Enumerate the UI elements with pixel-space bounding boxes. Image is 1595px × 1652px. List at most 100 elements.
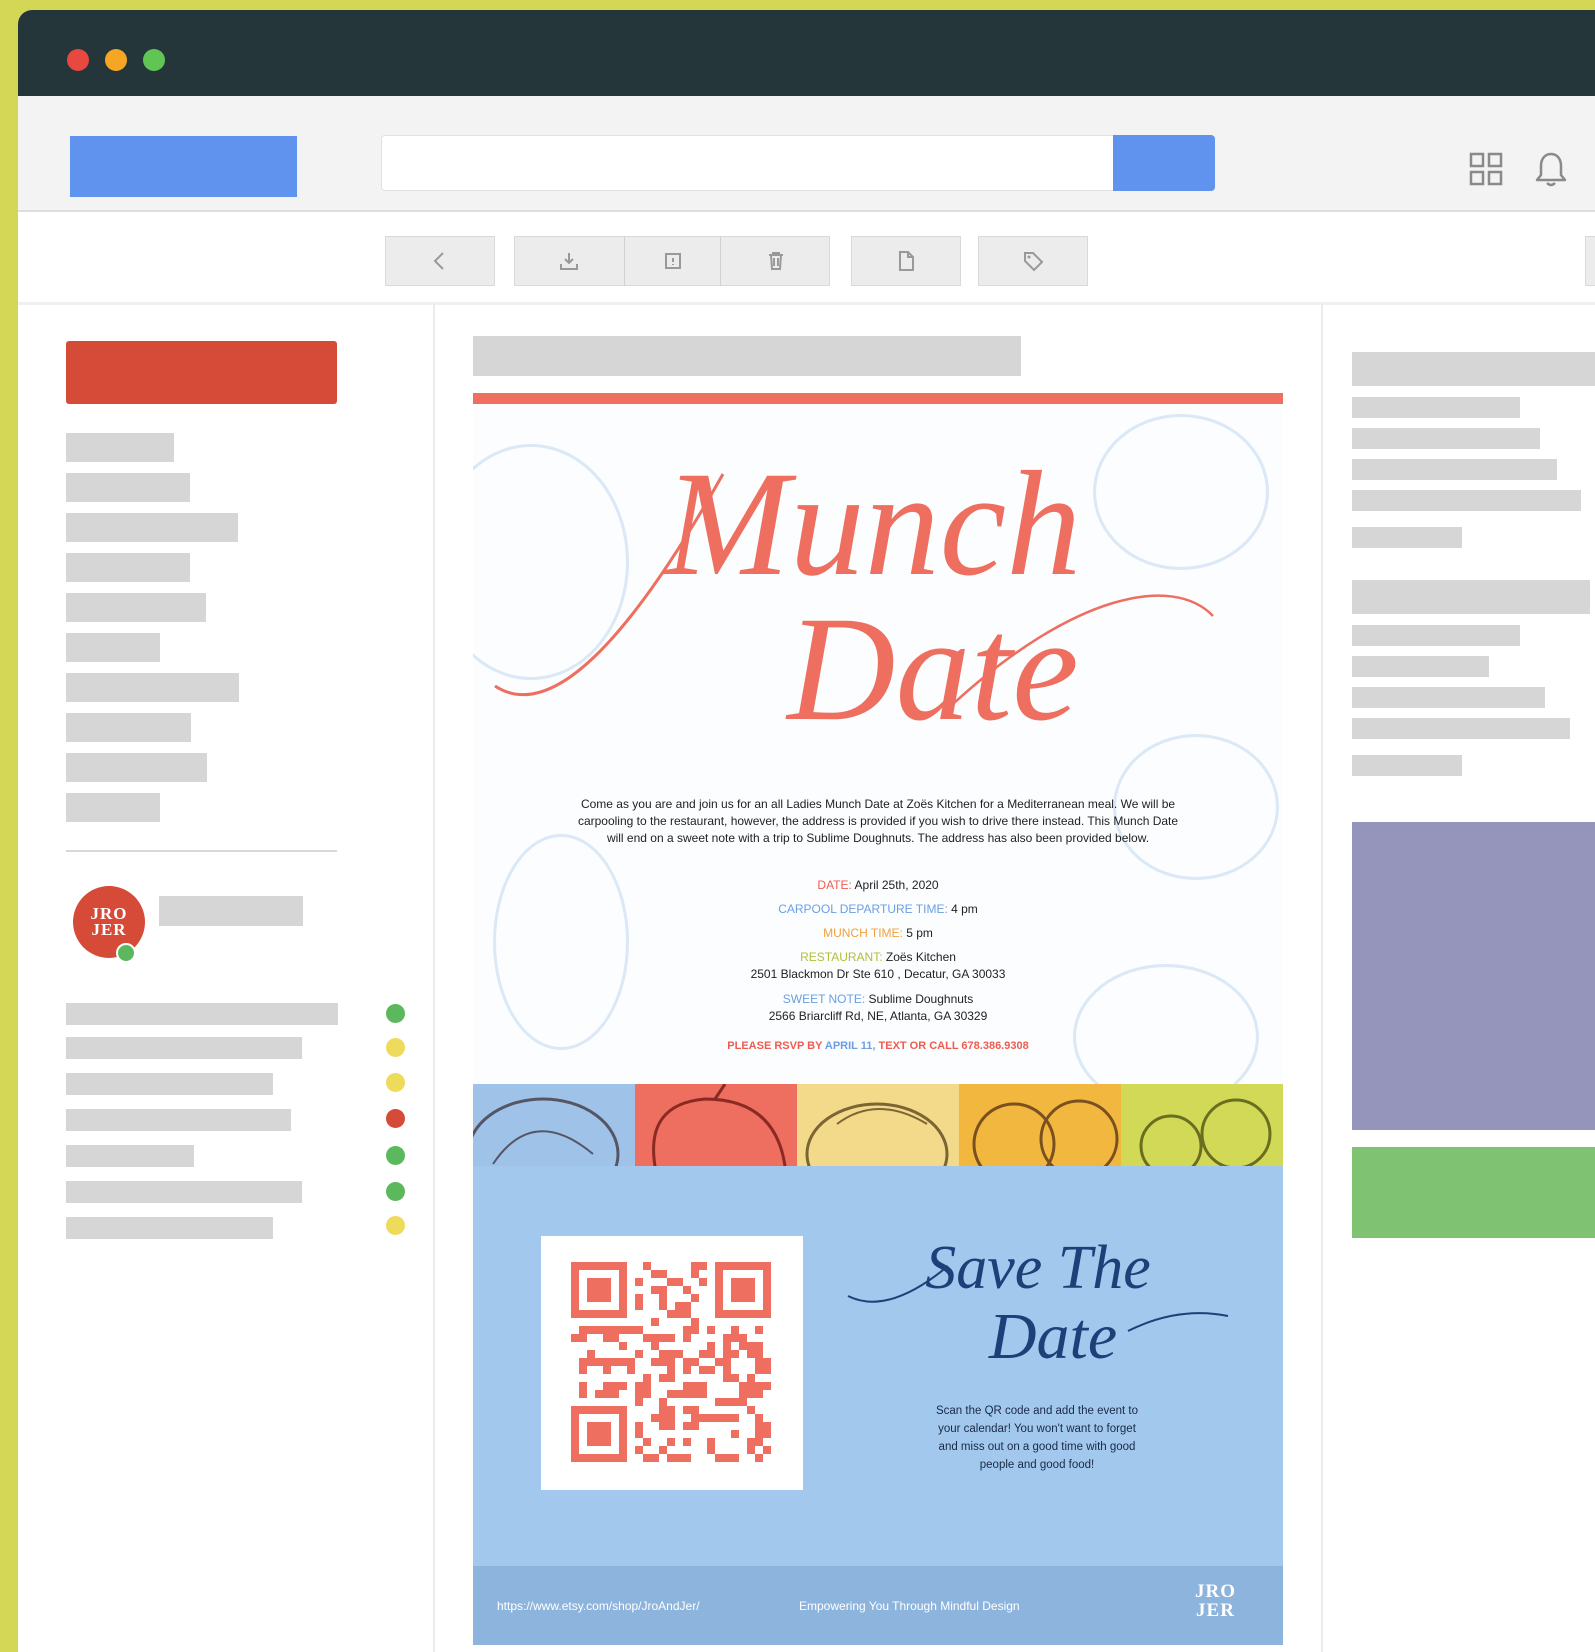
contact-row-4[interactable] xyxy=(66,1109,291,1131)
qr-module xyxy=(651,1334,659,1342)
shop-link[interactable]: https://www.etsy.com/shop/JroAndJer/ xyxy=(497,1599,700,1613)
qr-module xyxy=(651,1358,659,1366)
sidebar-item-9[interactable] xyxy=(66,753,207,782)
contact-row-7[interactable] xyxy=(66,1217,273,1239)
search-input[interactable] xyxy=(381,135,1121,191)
labels-button[interactable] xyxy=(978,236,1088,286)
qr-module xyxy=(651,1318,659,1326)
qr-module xyxy=(763,1422,771,1430)
report-icon xyxy=(664,253,681,269)
qr-module xyxy=(731,1430,739,1438)
qr-module xyxy=(731,1334,739,1342)
qr-module xyxy=(747,1350,755,1358)
qr-module xyxy=(659,1358,667,1366)
qr-module xyxy=(659,1302,667,1310)
qr-module xyxy=(635,1422,643,1430)
contact-row-6[interactable] xyxy=(66,1181,302,1203)
compose-button[interactable] xyxy=(66,341,337,404)
food-strip-5 xyxy=(1121,1084,1283,1166)
bell-icon[interactable] xyxy=(1534,150,1568,188)
qr-module xyxy=(747,1406,755,1414)
status-dot xyxy=(386,1216,405,1235)
ad-block-purple[interactable] xyxy=(1352,822,1595,1130)
pepper-illustration xyxy=(652,1084,787,1166)
qr-module xyxy=(763,1446,771,1454)
qr-module xyxy=(723,1350,731,1358)
status-dot xyxy=(386,1146,405,1165)
contact-row-3[interactable] xyxy=(66,1073,273,1095)
qr-module xyxy=(755,1438,763,1446)
app-logo[interactable] xyxy=(70,136,297,197)
qr-module xyxy=(723,1334,731,1342)
qr-module xyxy=(707,1366,715,1374)
qr-module xyxy=(723,1414,731,1422)
qr-module xyxy=(611,1326,619,1334)
contact-row-2[interactable] xyxy=(66,1037,302,1059)
qr-module xyxy=(731,1278,755,1302)
status-dot xyxy=(386,1004,405,1023)
contact-row-5[interactable] xyxy=(66,1145,194,1167)
more-button[interactable] xyxy=(1585,236,1595,286)
qr-module xyxy=(691,1414,699,1422)
qr-code-card xyxy=(541,1236,803,1490)
qr-module xyxy=(651,1270,659,1278)
qr-module xyxy=(667,1310,675,1318)
close-window-button[interactable] xyxy=(67,49,89,71)
back-button[interactable] xyxy=(385,236,495,286)
sidebar-item-8[interactable] xyxy=(66,713,191,742)
status-dot xyxy=(386,1038,405,1057)
carpool-label: CARPOOL DEPARTURE TIME: xyxy=(778,902,948,916)
restaurant-name: Zoës Kitchen xyxy=(885,950,956,964)
sidebar-item-3[interactable] xyxy=(66,513,238,542)
sidebar-item-6[interactable] xyxy=(66,633,160,662)
qr-module xyxy=(691,1262,699,1270)
sidebar-item-5[interactable] xyxy=(66,593,206,622)
contact-row-1[interactable] xyxy=(66,1003,338,1025)
title-line2: Date xyxy=(785,586,1079,752)
qr-module xyxy=(579,1390,587,1398)
report-spam-button[interactable] xyxy=(625,236,720,286)
move-to-button[interactable] xyxy=(851,236,961,286)
qr-module xyxy=(755,1414,763,1422)
qr-module xyxy=(611,1358,619,1366)
search-button[interactable] xyxy=(1113,135,1215,191)
title-bar xyxy=(18,10,1595,96)
minimize-window-button[interactable] xyxy=(105,49,127,71)
sidebar-item-1[interactable] xyxy=(66,433,174,462)
qr-module xyxy=(707,1350,715,1358)
qr-module xyxy=(675,1310,683,1318)
qr-module xyxy=(603,1390,611,1398)
qr-module xyxy=(755,1454,763,1462)
qr-module xyxy=(747,1390,755,1398)
qr-module xyxy=(723,1342,731,1350)
browser-window: JRO JER Munch Date Come as you are and j… xyxy=(18,10,1595,1652)
qr-module xyxy=(707,1446,715,1454)
qr-code[interactable] xyxy=(571,1262,771,1462)
sidebar-item-4[interactable] xyxy=(66,553,190,582)
maximize-window-button[interactable] xyxy=(143,49,165,71)
chevron-left-icon xyxy=(433,252,444,270)
food-strip-4 xyxy=(959,1084,1121,1166)
right-panel-line xyxy=(1352,687,1545,708)
qr-module xyxy=(675,1390,683,1398)
qr-module xyxy=(659,1270,667,1278)
apps-grid-icon[interactable] xyxy=(1469,150,1503,188)
ad-block-green[interactable] xyxy=(1352,1147,1595,1238)
save-title-line2: Date xyxy=(988,1300,1117,1373)
sidebar-item-2[interactable] xyxy=(66,473,190,502)
archive-button[interactable] xyxy=(514,236,624,286)
sidebar-item-7[interactable] xyxy=(66,673,239,702)
qr-module xyxy=(659,1374,667,1382)
qr-module xyxy=(691,1318,699,1326)
qr-module xyxy=(755,1382,763,1390)
sidebar-divider-line xyxy=(66,850,337,852)
food-strip-1 xyxy=(473,1084,635,1166)
detail-carpool: CARPOOL DEPARTURE TIME: 4 pm xyxy=(473,902,1283,916)
qr-module xyxy=(635,1294,643,1302)
qr-module xyxy=(587,1326,595,1334)
delete-button[interactable] xyxy=(721,236,830,286)
qr-module xyxy=(715,1454,723,1462)
sidebar-item-10[interactable] xyxy=(66,793,160,822)
qr-module xyxy=(587,1350,595,1358)
food-strip-3 xyxy=(797,1084,959,1166)
